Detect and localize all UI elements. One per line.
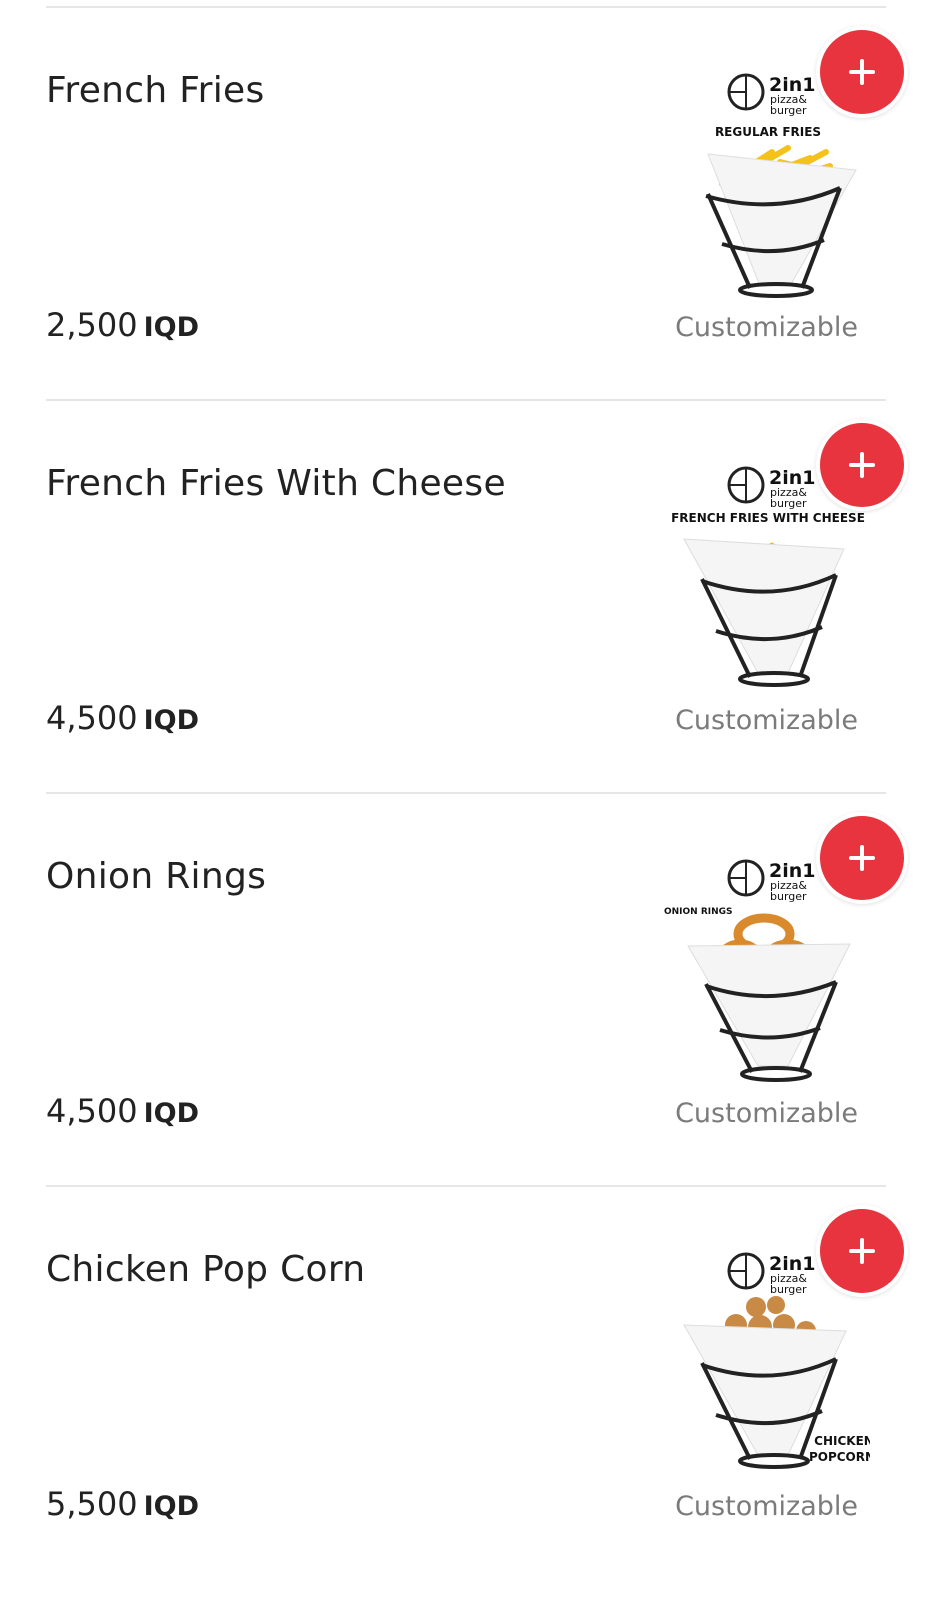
- item-price: 4,500 IQD: [46, 1092, 199, 1130]
- brand-logo: 2in1 pizza& burger: [727, 1252, 815, 1296]
- currency-label: IQD: [143, 312, 200, 343]
- currency-label: IQD: [143, 1098, 200, 1129]
- image-caption: CHICKEN: [814, 1434, 870, 1448]
- item-name: French Fries With Cheese: [46, 463, 506, 504]
- plus-icon: [849, 59, 875, 85]
- add-button[interactable]: [816, 1205, 908, 1297]
- image-caption: POPCORN: [809, 1450, 870, 1464]
- brand-logo: 2in1 pizza& burger: [727, 859, 815, 903]
- logo-text-small: burger: [770, 890, 807, 903]
- item-name: French Fries: [46, 70, 265, 111]
- item-name: Chicken Pop Corn: [46, 1249, 366, 1290]
- currency-label: IQD: [143, 1491, 200, 1522]
- brand-logo: 2in1 pizza& burger: [727, 73, 815, 117]
- customizable-label: Customizable: [675, 1491, 858, 1522]
- menu-item-french-fries[interactable]: French Fries 2,500 IQD Customizable 2in1 …: [0, 8, 951, 401]
- menu-item-onion-rings[interactable]: Onion Rings 4,500 IQD Customizable 2in1 p…: [0, 794, 951, 1187]
- plus-icon: [849, 845, 875, 871]
- menu-item-french-fries-with-cheese[interactable]: French Fries With Cheese 4,500 IQD Custom…: [0, 401, 951, 794]
- item-price: 4,500 IQD: [46, 699, 199, 737]
- price-value: 4,500: [46, 699, 138, 737]
- price-value: 5,500: [46, 1485, 138, 1523]
- serving-cone: [687, 943, 851, 1082]
- add-button[interactable]: [816, 812, 908, 904]
- logo-text-small: burger: [770, 1283, 807, 1296]
- plus-icon: [849, 452, 875, 478]
- image-caption: FRENCH FRIES WITH CHEESE: [671, 511, 865, 525]
- currency-label: IQD: [143, 705, 200, 736]
- image-caption: ONION RINGS: [664, 907, 733, 917]
- customizable-label: Customizable: [675, 312, 858, 343]
- customizable-label: Customizable: [675, 705, 858, 736]
- logo-text-small: burger: [770, 497, 807, 510]
- price-value: 2,500: [46, 306, 138, 344]
- serving-cone: [705, 153, 857, 298]
- item-price: 5,500 IQD: [46, 1485, 199, 1523]
- add-button[interactable]: [816, 419, 908, 511]
- price-value: 4,500: [46, 1092, 138, 1130]
- brand-logo: 2in1 pizza& burger: [727, 466, 815, 510]
- item-name: Onion Rings: [46, 856, 267, 897]
- image-caption: REGULAR FRIES: [715, 125, 821, 139]
- add-button[interactable]: [816, 26, 908, 118]
- customizable-label: Customizable: [675, 1098, 858, 1129]
- logo-text-small: burger: [770, 104, 807, 117]
- menu-item-chicken-pop-corn[interactable]: Chicken Pop Corn 5,500 IQD Customizable 2…: [0, 1187, 951, 1580]
- serving-cone: [683, 538, 845, 687]
- item-price: 2,500 IQD: [46, 306, 199, 344]
- plus-icon: [849, 1238, 875, 1264]
